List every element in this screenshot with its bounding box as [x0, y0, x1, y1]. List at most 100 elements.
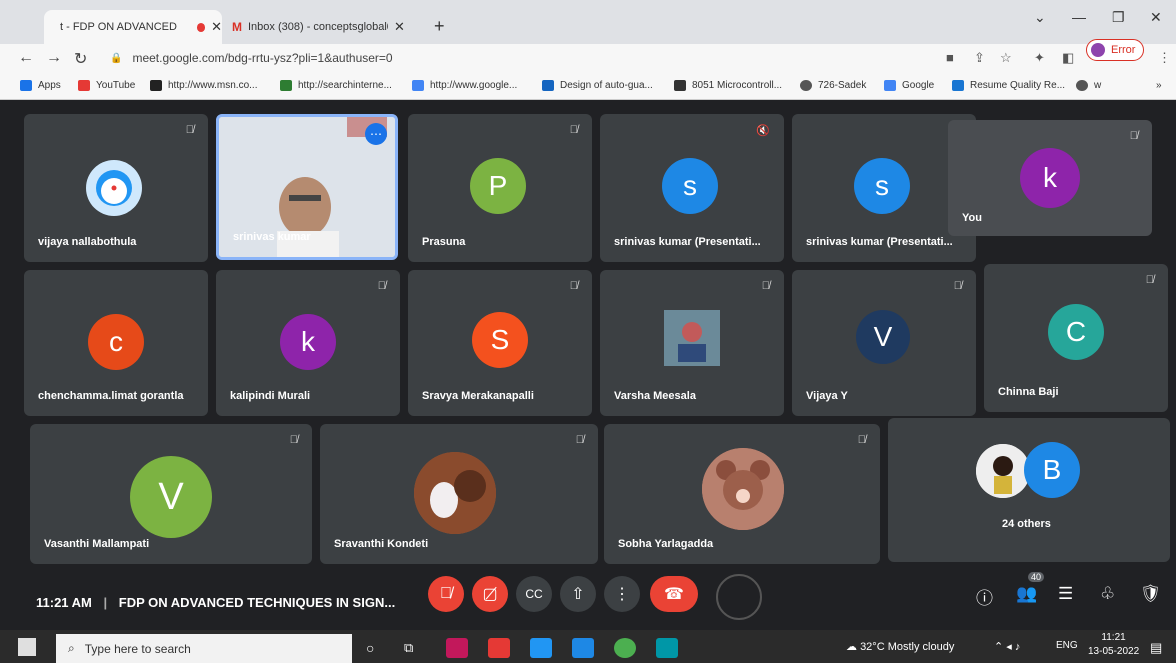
bookmark-design[interactable]: Design of auto-gua... [542, 80, 653, 91]
weather-widget[interactable]: ☁ 32°C Mostly cloudy [846, 640, 954, 653]
photos-icon[interactable] [656, 638, 678, 658]
star-icon[interactable]: ☆ [1000, 50, 1012, 66]
captions-button[interactable]: CC [516, 576, 552, 612]
participant-tile[interactable]: V 🎙̸ Vijaya Y [792, 270, 976, 416]
search-icon: ⌕ [68, 641, 75, 655]
meeting-title: FDP ON ADVANCED TECHNIQUES IN SIGN... [118, 595, 396, 610]
participant-tile[interactable]: V 🎙̸ Vasanthi Mallampati [30, 424, 312, 564]
close-tab-icon[interactable]: ✕ [211, 19, 222, 35]
bookmark-label: Apps [38, 80, 61, 91]
participant-tile[interactable]: C 🎙̸ Chinna Baji [984, 264, 1168, 412]
participant-tile[interactable]: 🎙̸ Sobha Yarlagadda [604, 424, 880, 564]
leave-call-button[interactable]: ☎ [650, 576, 698, 612]
participant-tile[interactable]: k 🎙̸ kalipindi Murali [216, 270, 400, 416]
bookmark-youtube[interactable]: YouTube [78, 80, 135, 91]
reload-button[interactable]: ↻ [74, 49, 87, 69]
bookmark-msn[interactable]: http://www.msn.co... [150, 80, 257, 91]
profile-error-button[interactable]: Error [1086, 39, 1144, 61]
participant-tile[interactable]: c chenchamma.limat gorantla [24, 270, 208, 416]
profile-photo [414, 452, 496, 534]
chat-icon[interactable]: ☰ [1058, 584, 1073, 604]
participant-name: kalipindi Murali [230, 390, 311, 402]
divider: | [103, 595, 108, 610]
chrome-icon[interactable] [614, 638, 636, 658]
url-field[interactable]: 🔒 meet.google.com/bdg-rrtu-ysz?pli=1&aut… [110, 51, 393, 65]
participant-name: Varsha Meesala [614, 390, 696, 402]
bookmark-search[interactable]: http://searchinterne... [280, 80, 392, 91]
extensions-icon[interactable]: ✦ [1034, 50, 1045, 66]
globe-icon [1076, 80, 1088, 91]
language-indicator[interactable]: ENG [1056, 640, 1078, 651]
more-vert-icon: ⋮ [614, 586, 630, 603]
mail-icon[interactable] [530, 638, 552, 658]
more-options-button[interactable]: ⋮ [604, 576, 640, 612]
store-icon[interactable] [488, 638, 510, 658]
bookmark-google-link[interactable]: http://www.google... [412, 80, 517, 91]
bookmark-resume[interactable]: Resume Quality Re... [952, 80, 1065, 91]
participant-name: You [962, 212, 982, 224]
bookmark-label: Google [902, 80, 935, 91]
taskbar-search[interactable]: ⌕ Type here to search [56, 634, 352, 663]
participant-tile[interactable]: 🎙̸ Sravanthi Kondeti [320, 424, 598, 564]
tray-icons[interactable]: ⌃ ◂ ♪ [994, 640, 1020, 653]
participant-name: srinivas kumar (Presentati... [806, 236, 953, 248]
restore-button[interactable]: ❐ [1112, 9, 1125, 26]
bookmark-google[interactable]: Google [884, 80, 934, 91]
tab-meet[interactable]: t - FDP ON ADVANCED ✕ [44, 10, 222, 44]
more-options-icon[interactable]: ⋯ [365, 123, 387, 145]
bookmark-8051[interactable]: 8051 Microcontroll... [674, 80, 782, 91]
back-button[interactable]: ← [18, 49, 34, 67]
address-bar: ← → ↻ 🔒 meet.google.com/bdg-rrtu-ysz?pli… [0, 44, 1176, 74]
meeting-details-icon[interactable]: ⓘ [976, 584, 993, 609]
camera-icon[interactable]: ■ [946, 50, 954, 65]
bookmark-label: 8051 Microcontroll... [692, 80, 783, 91]
cortana-icon[interactable]: ○ [366, 640, 374, 656]
participant-tile-speaking[interactable]: ⋯ srinivas kumar [216, 114, 398, 260]
notifications-icon[interactable]: ▤ [1150, 640, 1162, 656]
more-bookmarks-icon[interactable]: » [1156, 80, 1162, 91]
tab-search-icon[interactable]: ⌄ [1034, 9, 1046, 26]
globe-icon [800, 80, 812, 91]
weather-text: 32°C Mostly cloudy [860, 641, 955, 653]
taskbar-clock[interactable]: 11:21 13-05-2022 [1088, 631, 1139, 659]
camera-toggle-button[interactable]: ▢̸ [472, 576, 508, 612]
muted-mic-icon: 🎙̸ [569, 280, 578, 292]
recording-dot-icon [196, 22, 206, 32]
word-icon[interactable] [572, 638, 594, 658]
others-tile[interactable]: B 24 others [888, 418, 1170, 562]
forward-button[interactable]: → [46, 49, 62, 67]
participant-tile[interactable]: s 🔇 srinivas kumar (Presentati... [600, 114, 784, 262]
mic-toggle-button[interactable]: 🎙̸ [428, 576, 464, 612]
page-icon [542, 80, 554, 91]
participant-name: Sravanthi Kondeti [334, 538, 429, 550]
app-icon[interactable] [446, 638, 468, 658]
close-window-button[interactable]: ✕ [1150, 9, 1162, 26]
activities-icon[interactable]: ♧ [1100, 584, 1115, 604]
present-button[interactable]: ⇧ [560, 576, 596, 612]
self-view-tile[interactable]: k 🎙̸ You [948, 120, 1152, 236]
participant-tile[interactable]: S 🎙̸ Sravya Merakanapalli [408, 270, 592, 416]
muted-mic-icon: 🎙̸ [1129, 130, 1138, 142]
muted-mic-icon: 🎙̸ [377, 280, 386, 292]
tab-gmail[interactable]: M Inbox (308) - conceptsglobal007 ✕ [224, 10, 420, 44]
windows-start-icon[interactable] [18, 638, 36, 656]
menu-icon[interactable]: ⋮ [1158, 50, 1171, 66]
meeting-time-title: 11:21 AM | FDP ON ADVANCED TECHNIQUES IN… [36, 595, 395, 610]
bookmark-sadek[interactable]: 726-Sadek [800, 80, 866, 91]
sidepanel-icon[interactable]: ◧ [1062, 50, 1074, 66]
captions-icon: CC [525, 587, 543, 601]
participant-tile[interactable]: P 🎙̸ Prasuna [408, 114, 592, 262]
participant-tile[interactable]: 🎙̸ vijaya nallabothula [24, 114, 208, 262]
bookmark-w[interactable]: w [1076, 80, 1101, 91]
camera-off-icon: ▢̸ [482, 586, 498, 603]
people-icon[interactable]: 👥 [1016, 584, 1037, 604]
host-controls-icon[interactable]: 🛡 [1140, 584, 1162, 604]
share-icon[interactable]: ⇪ [974, 50, 985, 66]
new-tab-button[interactable]: + [434, 16, 445, 37]
task-view-icon[interactable]: ⧉ [404, 640, 413, 656]
close-tab-icon[interactable]: ✕ [394, 19, 405, 35]
avatar-photo [414, 452, 496, 534]
bookmark-apps[interactable]: Apps [20, 80, 61, 91]
participant-tile[interactable]: 🎙̸ Varsha Meesala [600, 270, 784, 416]
minimize-button[interactable]: — [1072, 9, 1086, 25]
